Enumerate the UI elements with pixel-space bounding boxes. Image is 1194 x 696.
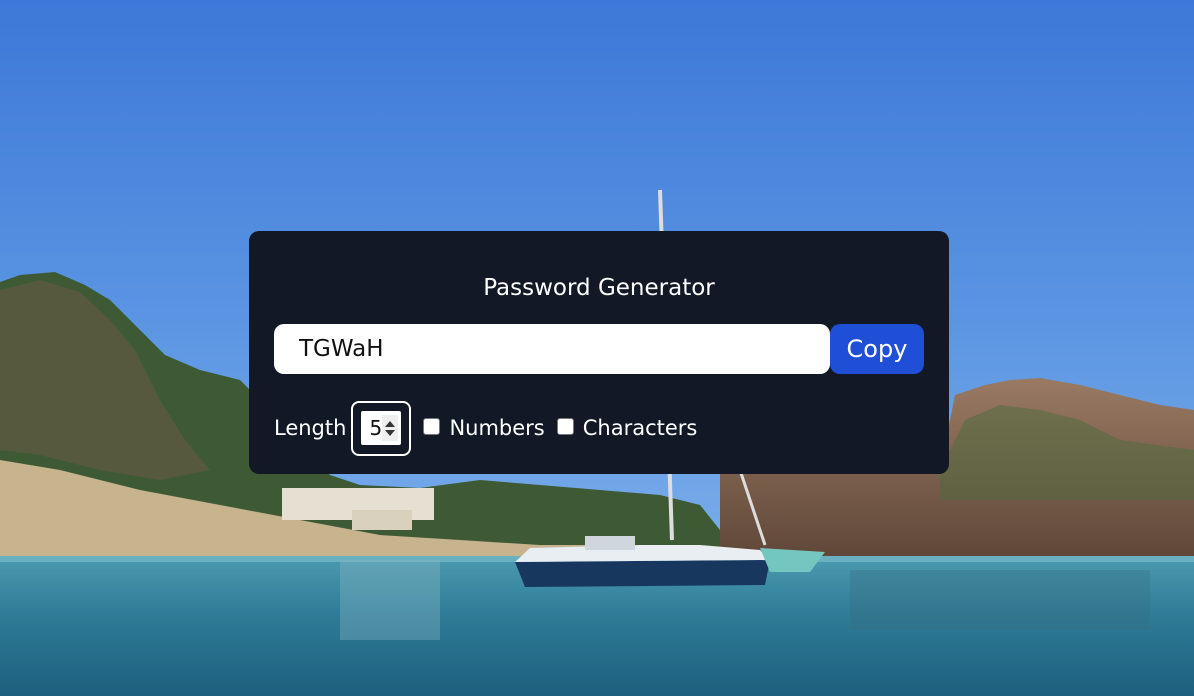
spinner-up-icon[interactable]	[385, 420, 396, 427]
numbers-label: Numbers	[449, 416, 545, 440]
length-input-focus-ring: 5	[351, 400, 412, 456]
length-label: Length	[274, 416, 347, 440]
spinner-down-icon[interactable]	[385, 429, 396, 436]
card-title: Password Generator	[483, 275, 715, 301]
characters-label: Characters	[582, 416, 698, 440]
password-field[interactable]	[274, 324, 830, 374]
password-generator-card: Password Generator Copy Length 5 Numbers…	[249, 231, 949, 474]
characters-checkbox[interactable]	[556, 417, 574, 435]
length-input[interactable]: 5	[359, 409, 404, 447]
length-spinner[interactable]	[382, 415, 399, 441]
options-row: Length 5 Numbers Characters	[274, 398, 697, 458]
numbers-checkbox[interactable]	[423, 417, 441, 435]
copy-button[interactable]: Copy	[830, 324, 924, 374]
length-value: 5	[369, 416, 383, 440]
